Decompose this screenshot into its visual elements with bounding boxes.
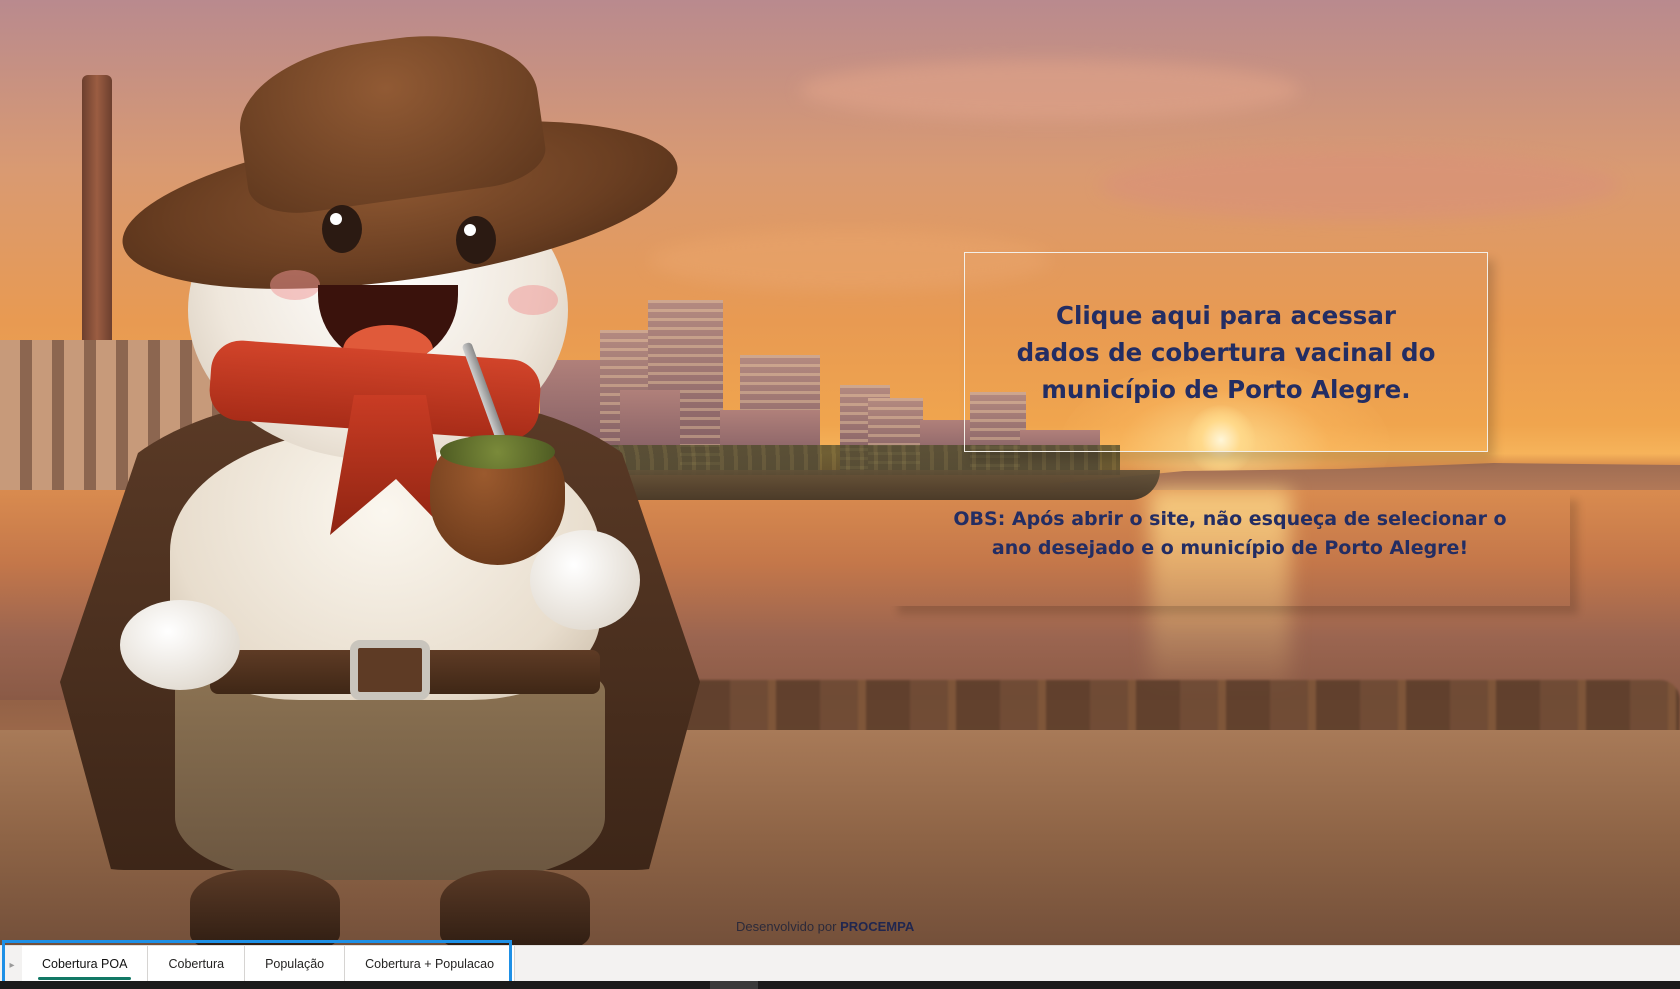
credit-brand: PROCEMPA xyxy=(840,919,915,934)
selection-highlight xyxy=(2,940,512,985)
vaccination-coverage-link[interactable]: Clique aqui para acessar dados de cobert… xyxy=(964,252,1488,452)
mascot-hand xyxy=(120,600,240,690)
mascot-cheek xyxy=(270,270,320,300)
mascot-erva xyxy=(440,435,555,469)
mascot-pants xyxy=(175,670,605,880)
observation-text: OBS: Após abrir o site, não esqueça de s… xyxy=(953,508,1507,559)
observation-note: OBS: Após abrir o site, não esqueça de s… xyxy=(890,492,1570,606)
scrollbar-thumb[interactable] xyxy=(710,981,758,989)
mascot-illustration xyxy=(60,19,700,945)
developer-credit: Desenvolvido por PROCEMPA xyxy=(736,919,914,934)
bottom-scrollbar[interactable] xyxy=(0,981,1680,989)
mascot-buckle xyxy=(350,640,430,700)
mascot-cheek xyxy=(508,285,558,315)
mascot-eye xyxy=(322,205,362,253)
cloud xyxy=(1100,150,1620,220)
mascot-eye xyxy=(456,216,496,264)
mascot-boot xyxy=(440,870,590,945)
mascot-boot xyxy=(190,870,340,945)
mascot-hand xyxy=(530,530,640,630)
link-text[interactable]: Clique aqui para acessar dados de cobert… xyxy=(1016,297,1436,408)
cloud xyxy=(800,60,1300,120)
credit-prefix: Desenvolvido por xyxy=(736,919,837,934)
background-image xyxy=(0,0,1680,945)
